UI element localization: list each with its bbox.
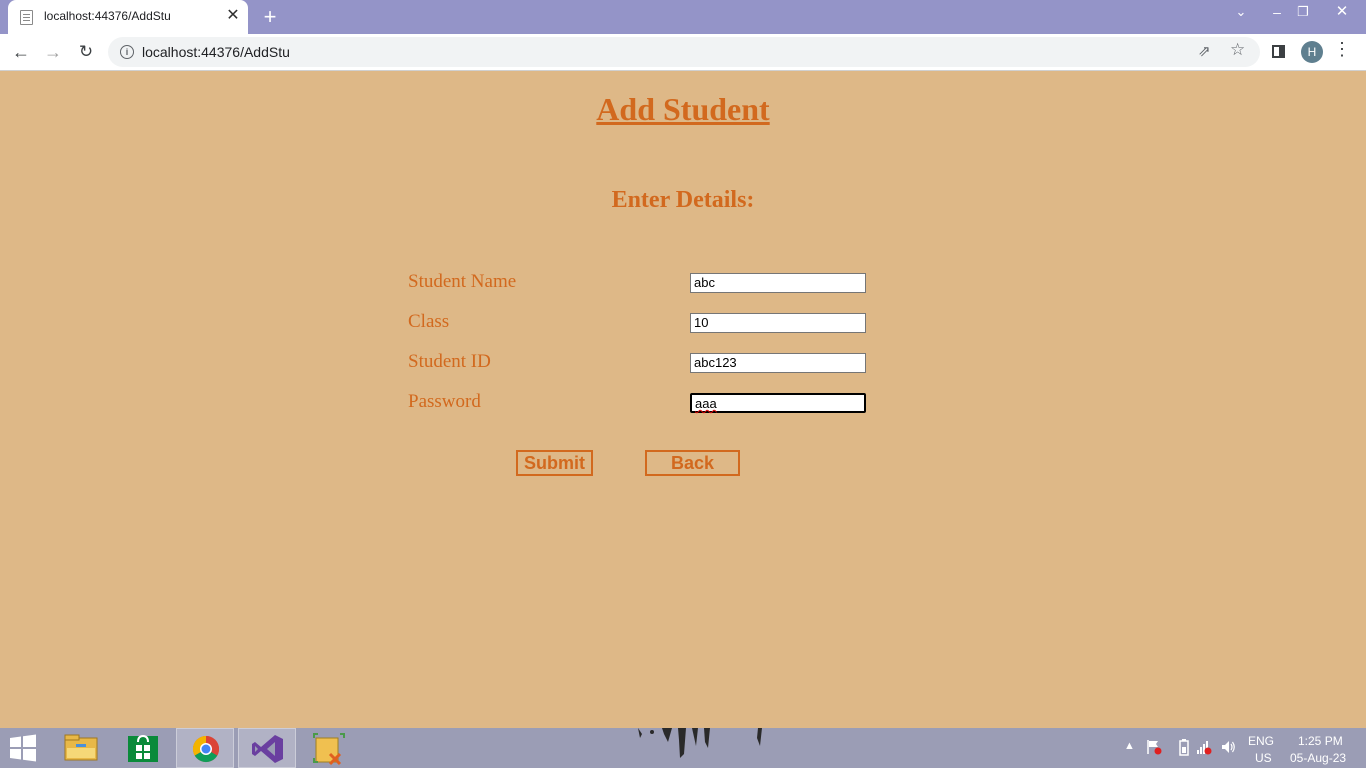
store-icon (128, 734, 158, 762)
clock-date[interactable]: 05-Aug-23 (1290, 751, 1346, 765)
file-explorer-taskbar-item[interactable] (52, 728, 110, 768)
browser-toolbar: ← → ↻ i localhost:44376/AddStu ⇗ ☆ H ⋮ (0, 34, 1366, 71)
student-id-label: Student ID (408, 351, 491, 372)
tab-close-icon[interactable]: ✕ (224, 6, 242, 26)
sql-tool-taskbar-item[interactable] (300, 728, 358, 768)
address-bar[interactable]: i localhost:44376/AddStu ⇗ ☆ (108, 37, 1260, 67)
tab-search-button[interactable]: ⌄ (1226, 0, 1256, 26)
language-indicator-eng[interactable]: ENG (1248, 734, 1274, 748)
sql-server-icon (313, 733, 345, 766)
browser-tab-strip: localhost:44376/AddStu ✕ + ⌄ – ❐ ✕ (0, 0, 1366, 34)
clock-time[interactable]: 1:25 PM (1298, 734, 1343, 748)
show-hidden-icons-icon[interactable]: ▲ (1124, 740, 1135, 752)
file-explorer-icon (64, 734, 98, 761)
page-title: Add Student (596, 91, 770, 127)
page-favicon-icon (20, 10, 33, 25)
visual-studio-taskbar-item[interactable] (238, 728, 296, 768)
restore-button[interactable]: ❐ (1288, 0, 1318, 26)
chrome-taskbar-item[interactable] (176, 728, 234, 768)
kebab-menu-icon[interactable]: ⋮ (1332, 39, 1352, 60)
submit-button[interactable]: Submit (516, 450, 593, 476)
profile-avatar[interactable]: H (1301, 41, 1323, 63)
student-name-label: Student Name (408, 271, 517, 292)
chrome-icon (192, 735, 220, 763)
browser-tab[interactable]: localhost:44376/AddStu ✕ (8, 0, 248, 34)
windows-start-icon[interactable] (8, 734, 38, 762)
language-indicator-region[interactable]: US (1255, 751, 1272, 765)
bookmark-star-icon[interactable]: ☆ (1230, 40, 1245, 60)
password-input[interactable]: aaa (690, 393, 866, 413)
page-content: Add Student Enter Details: Student Name … (0, 71, 1366, 728)
password-value: aaa (695, 396, 717, 411)
store-taskbar-item[interactable] (114, 728, 172, 768)
side-panel-icon[interactable] (1272, 45, 1285, 58)
tab-title: localhost:44376/AddStu (44, 9, 171, 23)
password-label: Password (408, 391, 481, 412)
battery-icon[interactable] (1176, 738, 1192, 756)
wallpaper-splash-graphic (638, 728, 762, 758)
site-info-icon[interactable]: i (120, 45, 134, 59)
new-tab-button[interactable]: + (258, 5, 282, 29)
student-id-input[interactable]: abc123 (690, 353, 866, 373)
reload-button[interactable]: ↻ (73, 39, 99, 65)
class-label: Class (408, 311, 450, 332)
back-button[interactable]: ← (8, 39, 34, 65)
volume-icon[interactable] (1220, 738, 1236, 756)
student-name-input[interactable]: abc (690, 273, 866, 293)
network-icon[interactable] (1196, 738, 1212, 756)
section-subtitle: Enter Details: (611, 187, 755, 213)
visual-studio-icon (252, 735, 283, 763)
share-icon[interactable]: ⇗ (1198, 42, 1211, 60)
back-button-page[interactable]: Back (645, 450, 740, 476)
action-center-flag-icon[interactable] (1146, 738, 1162, 756)
close-window-button[interactable]: ✕ (1324, 0, 1360, 26)
forward-button[interactable]: → (40, 39, 66, 65)
class-input[interactable]: 10 (690, 313, 866, 333)
url-text[interactable]: localhost:44376/AddStu (142, 44, 290, 60)
windows-taskbar: ▲ ENG US 1:25 PM 05-Aug-23 (0, 728, 1366, 768)
